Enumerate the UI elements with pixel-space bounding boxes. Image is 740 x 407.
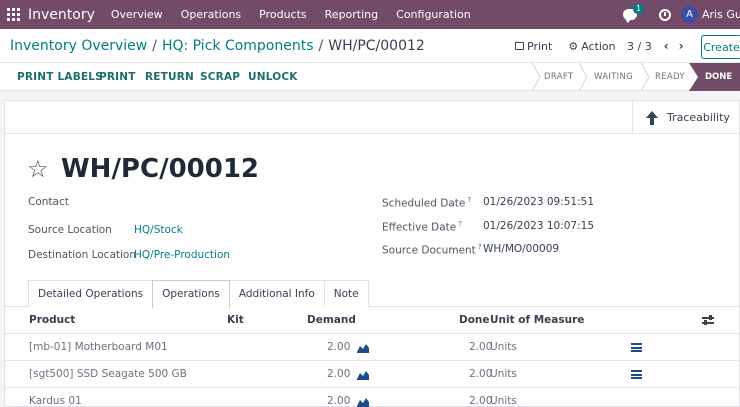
unlock-button[interactable]: UNLOCK (248, 63, 298, 91)
return-button[interactable]: RETURN (145, 63, 194, 91)
row-product[interactable]: [sgt500] SSD Seagate 500 GB (29, 361, 187, 388)
button-box: Traceability (5, 101, 739, 134)
row-uom: Units (490, 395, 517, 407)
traceability-label: Traceability (667, 111, 730, 124)
avatar[interactable]: A (681, 6, 698, 23)
breadcrumb-separator: / (152, 37, 157, 54)
column-settings-icon[interactable] (702, 315, 714, 325)
table-row[interactable]: [mb-01] Motherboard M01 2.00 2.00 Units (5, 334, 739, 361)
scheduled-date-label: Scheduled Date? (382, 196, 472, 210)
menu-reporting[interactable]: Reporting (325, 8, 378, 21)
row-done[interactable]: 2.00 (469, 388, 492, 407)
help-icon[interactable]: ? (478, 243, 482, 251)
scheduled-date-value: 01/26/2023 09:51:51 (483, 196, 595, 208)
forecast-chart-icon[interactable] (357, 343, 369, 353)
tab-operations[interactable]: Operations (152, 280, 230, 308)
record-title: WH/PC/00012 (61, 154, 260, 184)
print-action-button[interactable]: PRINT (99, 63, 136, 91)
destination-location-link[interactable]: HQ/Pre-Production (134, 249, 230, 261)
create-button[interactable]: Create (701, 35, 740, 59)
breadcrumb-pick-components[interactable]: HQ: Pick Components (162, 38, 314, 54)
arrow-up-icon (645, 110, 659, 125)
scrap-button[interactable]: SCRAP (200, 63, 240, 91)
chat-count-badge: 1 (633, 4, 645, 14)
menu-operations[interactable]: Operations (181, 8, 241, 21)
form-sheet: Traceability ☆ WH/PC/00012 Contact Sourc… (4, 100, 740, 407)
column-product[interactable]: Product (29, 307, 75, 334)
column-demand[interactable]: Demand (307, 307, 356, 334)
table-row[interactable]: [sgt500] SSD Seagate 500 GB 2.00 2.00 Un… (5, 361, 739, 388)
chevron-right-icon[interactable]: › (679, 39, 684, 53)
operations-table-header: Product Kit Demand Done Unit of Measure (5, 307, 739, 334)
breadcrumb: Inventory Overview / HQ: Pick Components / W… (10, 38, 425, 54)
action-button[interactable]: Action (581, 40, 615, 53)
app-name[interactable]: Inventory (28, 7, 95, 23)
tab-additional-info[interactable]: Additional Info (228, 280, 325, 307)
row-product[interactable]: Kardus 01 (29, 388, 82, 407)
row-uom: Units (490, 368, 517, 380)
action-bar: PRINT LABELS PRINT RETURN SCRAP UNLOCK D… (0, 63, 740, 91)
destination-location-label: Destination Location (28, 249, 136, 261)
help-icon[interactable]: ? (458, 220, 462, 228)
status-done[interactable]: DONE (689, 63, 740, 91)
column-done[interactable]: Done (459, 307, 490, 334)
star-icon[interactable]: ☆ (27, 157, 49, 181)
status-ready[interactable]: READY (655, 63, 685, 91)
status-waiting[interactable]: WAITING (594, 63, 633, 91)
print-button[interactable]: Print (527, 40, 552, 53)
row-uom: Units (490, 341, 517, 353)
effective-date-label: Effective Date? (382, 220, 462, 234)
contact-label: Contact (28, 196, 69, 208)
print-labels-button[interactable]: PRINT LABELS (17, 63, 103, 91)
column-kit[interactable]: Kit (227, 307, 244, 334)
source-document-value: WH/MO/00009 (483, 243, 560, 255)
breadcrumb-current: WH/PC/00012 (328, 37, 425, 54)
source-document-label: Source Document? (382, 243, 482, 257)
details-list-icon[interactable] (631, 370, 642, 379)
tab-note[interactable]: Note (323, 280, 369, 307)
status-draft[interactable]: DRAFT (544, 63, 573, 91)
source-location-link[interactable]: HQ/Stock (134, 224, 183, 236)
breadcrumb-bar: Inventory Overview / HQ: Pick Components / W… (0, 29, 740, 63)
status-divider (578, 63, 588, 91)
breadcrumb-inventory-overview[interactable]: Inventory Overview (10, 38, 147, 54)
pager-value: 3 / 3 (627, 39, 652, 53)
row-demand: 2.00 (327, 341, 351, 353)
tab-detailed-operations[interactable]: Detailed Operations (28, 280, 154, 307)
help-icon[interactable]: ? (467, 196, 471, 204)
status-divider (531, 63, 541, 91)
user-name[interactable]: Aris Gunta (702, 8, 740, 21)
menu-configuration[interactable]: Configuration (396, 8, 471, 21)
row-demand: 2.00 (327, 368, 351, 380)
breadcrumb-separator: / (318, 37, 324, 54)
traceability-button[interactable]: Traceability (632, 101, 739, 134)
forecast-chart-icon[interactable] (357, 397, 369, 407)
row-demand: 2.00 (327, 395, 351, 407)
menu-overview[interactable]: Overview (111, 8, 163, 21)
print-icon[interactable] (515, 42, 524, 50)
effective-date-value: 01/26/2023 10:07:15 (483, 220, 595, 232)
chevron-left-icon[interactable]: ‹ (664, 39, 669, 53)
row-product[interactable]: [mb-01] Motherboard M01 (29, 334, 168, 361)
gear-icon[interactable]: ⚙ (568, 40, 578, 53)
clock-icon[interactable] (659, 8, 671, 21)
app-grid-icon[interactable] (7, 7, 21, 22)
details-list-icon[interactable] (631, 343, 642, 352)
source-location-label: Source Location (28, 224, 112, 236)
row-done[interactable]: 2.00 (469, 361, 492, 388)
status-divider (640, 63, 650, 91)
forecast-chart-icon[interactable] (357, 370, 369, 380)
chat-icon[interactable]: 1 (623, 4, 645, 23)
row-done[interactable]: 2.00 (469, 334, 492, 361)
top-navbar: Inventory Overview Operations Products R… (0, 0, 740, 29)
column-unit-of-measure[interactable]: Unit of Measure (490, 307, 584, 334)
menu-products[interactable]: Products (259, 8, 307, 21)
notebook-tabs: Detailed Operations Operations Additiona… (28, 280, 369, 308)
table-row[interactable]: Kardus 01 2.00 2.00 Units (5, 388, 739, 407)
